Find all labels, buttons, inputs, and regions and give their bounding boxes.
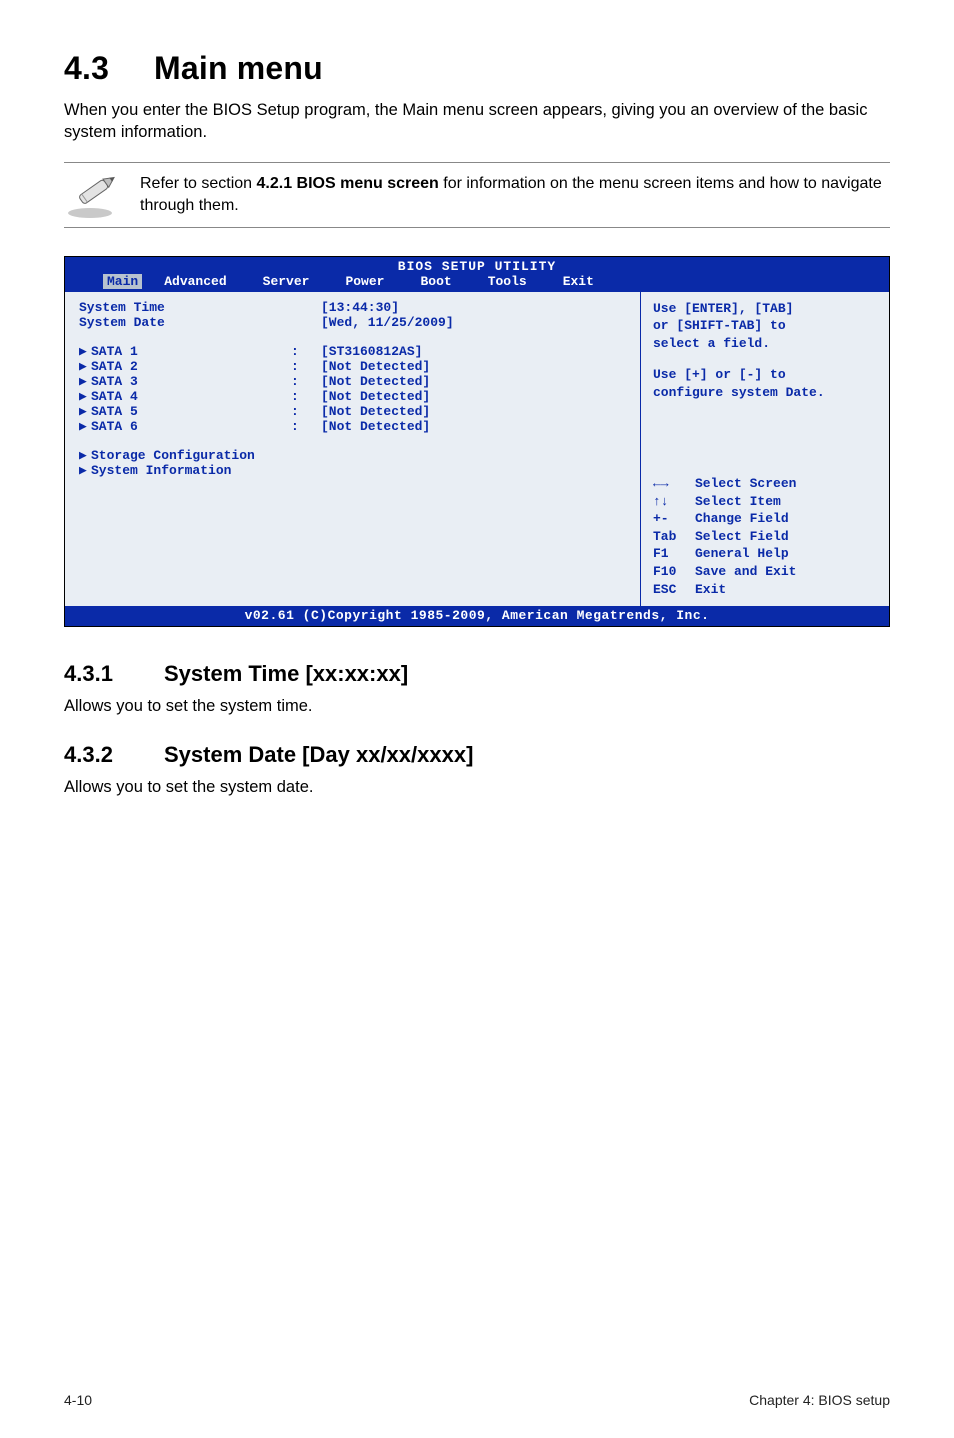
document-page: 4.3Main menu When you enter the BIOS Set… <box>0 0 954 863</box>
key-hint: ESCExit <box>653 581 879 599</box>
note-ref: 4.2.1 BIOS menu screen <box>257 175 439 192</box>
bios-screenshot: BIOS SETUP UTILITY Main Advanced Server … <box>64 256 890 628</box>
bios-left-pane: System Time [13:44:30] System Date [Wed,… <box>65 292 641 607</box>
help-line: configure system Date. <box>653 384 879 402</box>
sata-2-label: SATA 2 <box>91 359 138 374</box>
sata-2-row[interactable]: ▶SATA 2 : [Not Detected] <box>79 359 630 374</box>
key-hint: ←→Select Screen <box>653 475 879 493</box>
sata-6-label: SATA 6 <box>91 419 138 434</box>
page-footer: 4-10 Chapter 4: BIOS setup <box>64 1392 890 1408</box>
sata-2-value: [Not Detected] <box>321 359 630 374</box>
help-line: or [SHIFT-TAB] to <box>653 317 879 335</box>
subsection-title: System Date [Day xx/xx/xxxx] <box>164 742 473 767</box>
key-hint: ↑↓Select Item <box>653 493 879 511</box>
bios-tab-power[interactable]: Power <box>345 274 402 289</box>
help-line: Use [ENTER], [TAB] <box>653 300 879 318</box>
submenu-arrow-icon: ▶ <box>79 344 91 359</box>
subsection-title: System Time [xx:xx:xx] <box>164 661 408 686</box>
submenu-arrow-icon: ▶ <box>79 404 91 419</box>
subsection-body: Allows you to set the system time. <box>64 697 890 716</box>
subsection-heading: 4.3.2System Date [Day xx/xx/xxxx] <box>64 742 890 768</box>
system-time-value: [13:44:30] <box>321 300 630 315</box>
key-hint: +-Change Field <box>653 510 879 528</box>
system-time-label: System Time <box>79 300 291 315</box>
section-intro: When you enter the BIOS Setup program, t… <box>64 99 890 144</box>
key-hint: F10Save and Exit <box>653 563 879 581</box>
key-hint: F1General Help <box>653 545 879 563</box>
sata-6-value: [Not Detected] <box>321 419 630 434</box>
submenu-arrow-icon: ▶ <box>79 419 91 434</box>
sata-5-row[interactable]: ▶SATA 5 : [Not Detected] <box>79 404 630 419</box>
system-information-label: System Information <box>91 463 231 478</box>
note-text-a: Refer to section <box>140 175 257 192</box>
sata-1-row[interactable]: ▶SATA 1 : [ST3160812AS] <box>79 344 630 359</box>
bios-header: BIOS SETUP UTILITY Main Advanced Server … <box>65 257 889 292</box>
page-number: 4-10 <box>64 1392 92 1408</box>
bios-title: BIOS SETUP UTILITY <box>65 259 889 274</box>
help-line: Use [+] or [-] to <box>653 366 879 384</box>
submenu-arrow-icon: ▶ <box>79 374 91 389</box>
key-hint: TabSelect Field <box>653 528 879 546</box>
bios-tabs: Main Advanced Server Power Boot Tools Ex… <box>65 274 889 289</box>
bios-tab-server[interactable]: Server <box>263 274 328 289</box>
bios-body: System Time [13:44:30] System Date [Wed,… <box>65 292 889 607</box>
sata-3-value: [Not Detected] <box>321 374 630 389</box>
bios-tab-exit[interactable]: Exit <box>563 274 612 289</box>
subsection-number: 4.3.2 <box>64 742 164 768</box>
note-callout: Refer to section 4.2.1 BIOS menu screen … <box>64 162 890 228</box>
submenu-arrow-icon: ▶ <box>79 463 91 478</box>
storage-configuration-label: Storage Configuration <box>91 448 255 463</box>
subsection-heading: 4.3.1System Time [xx:xx:xx] <box>64 661 890 687</box>
system-information-row[interactable]: ▶System Information <box>79 463 630 478</box>
sata-4-row[interactable]: ▶SATA 4 : [Not Detected] <box>79 389 630 404</box>
system-date-value: [Wed, 11/25/2009] <box>321 315 630 330</box>
pencil-note-icon <box>64 169 122 221</box>
bios-tab-advanced[interactable]: Advanced <box>164 274 244 289</box>
system-time-row[interactable]: System Time [13:44:30] <box>79 300 630 315</box>
sata-5-label: SATA 5 <box>91 404 138 419</box>
bios-tab-boot[interactable]: Boot <box>420 274 469 289</box>
bios-footer: v02.61 (C)Copyright 1985-2009, American … <box>65 606 889 626</box>
bios-tab-tools[interactable]: Tools <box>488 274 545 289</box>
sata-3-row[interactable]: ▶SATA 3 : [Not Detected] <box>79 374 630 389</box>
submenu-arrow-icon: ▶ <box>79 359 91 374</box>
submenu-arrow-icon: ▶ <box>79 389 91 404</box>
chapter-label: Chapter 4: BIOS setup <box>749 1392 890 1408</box>
storage-configuration-row[interactable]: ▶Storage Configuration <box>79 448 630 463</box>
submenu-arrow-icon: ▶ <box>79 448 91 463</box>
sata-6-row[interactable]: ▶SATA 6 : [Not Detected] <box>79 419 630 434</box>
help-line: select a field. <box>653 335 879 353</box>
sata-1-value: [ST3160812AS] <box>321 344 630 359</box>
sata-4-value: [Not Detected] <box>321 389 630 404</box>
section-title-text: Main menu <box>154 50 323 86</box>
subsection-body: Allows you to set the system date. <box>64 778 890 797</box>
sata-3-label: SATA 3 <box>91 374 138 389</box>
section-number: 4.3 <box>64 50 154 87</box>
sata-4-label: SATA 4 <box>91 389 138 404</box>
section-heading: 4.3Main menu <box>64 50 890 87</box>
bios-tab-main[interactable]: Main <box>103 274 142 289</box>
sata-5-value: [Not Detected] <box>321 404 630 419</box>
system-date-label: System Date <box>79 315 291 330</box>
subsection-number: 4.3.1 <box>64 661 164 687</box>
system-date-row[interactable]: System Date [Wed, 11/25/2009] <box>79 315 630 330</box>
note-text: Refer to section 4.2.1 BIOS menu screen … <box>140 173 890 216</box>
sata-1-label: SATA 1 <box>91 344 138 359</box>
bios-help-pane: Use [ENTER], [TAB] or [SHIFT-TAB] to sel… <box>641 292 889 607</box>
